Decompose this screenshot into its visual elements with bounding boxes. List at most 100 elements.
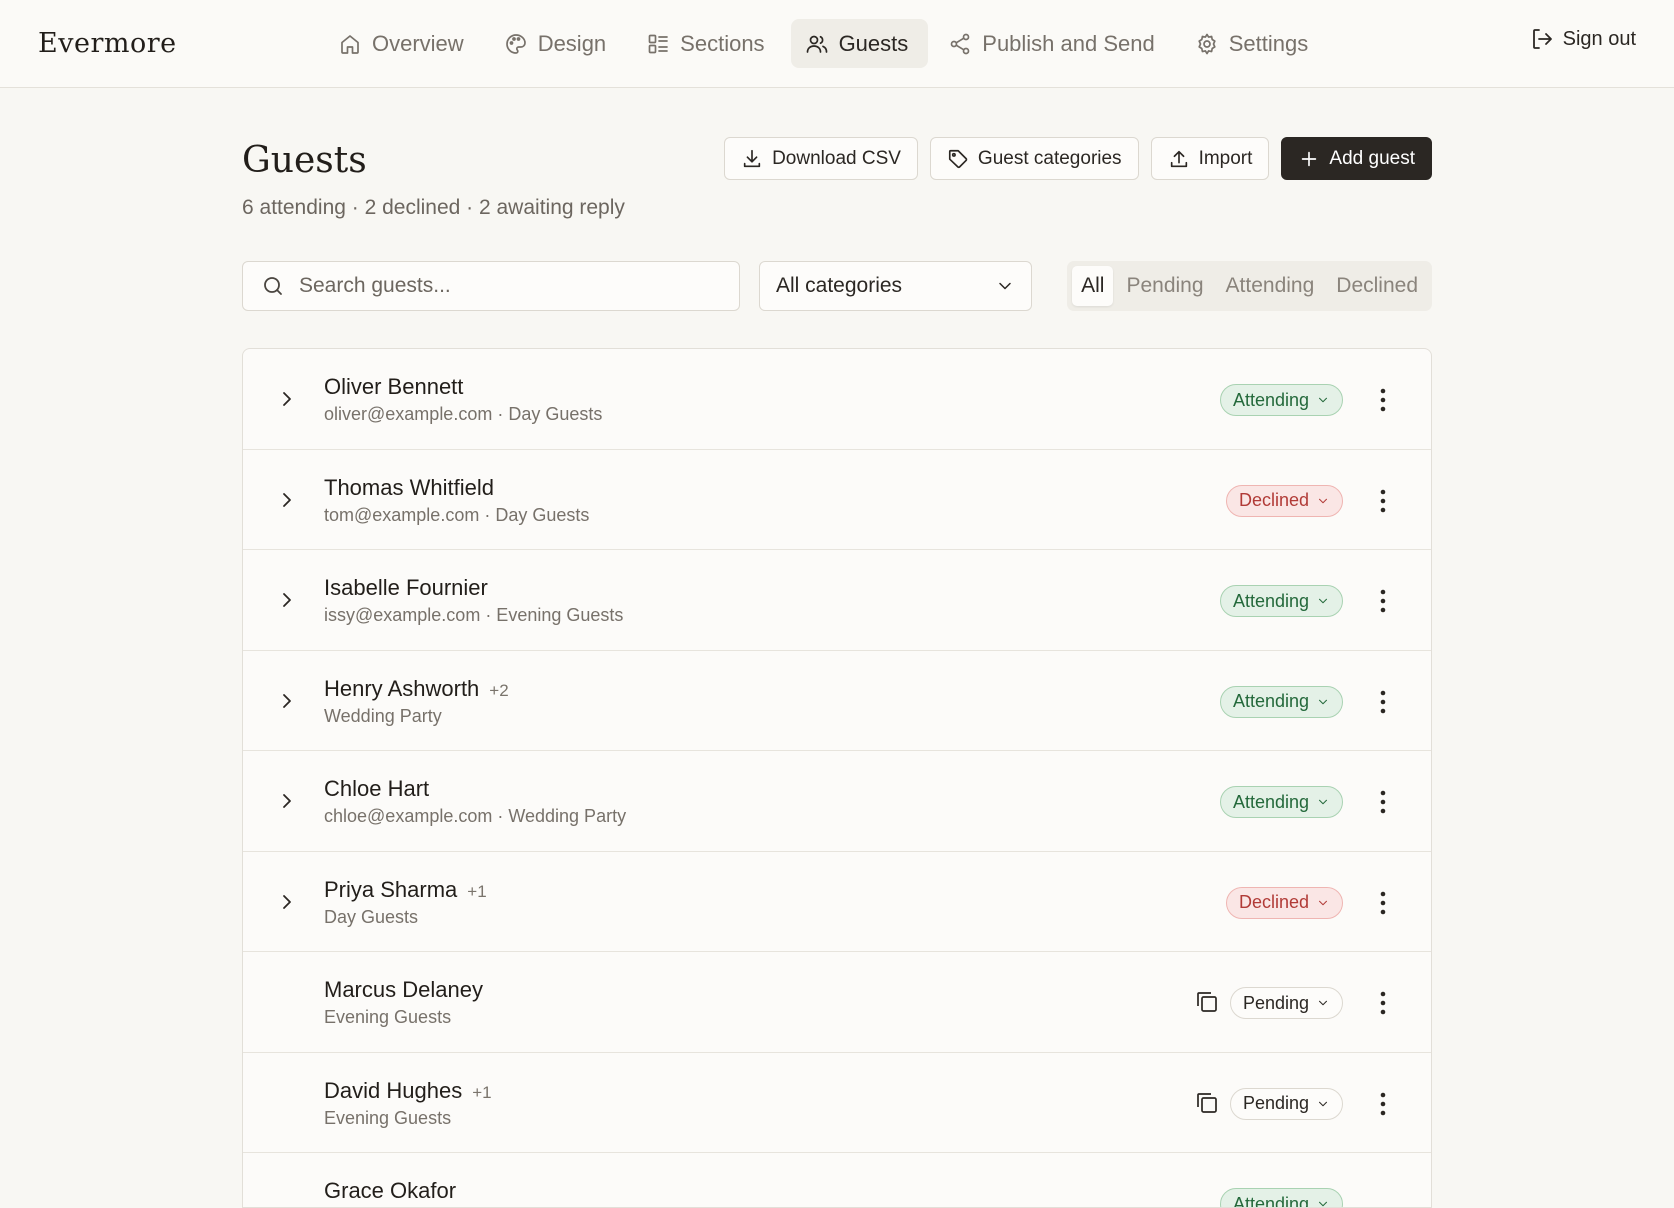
nav-item-label: Overview xyxy=(372,31,464,57)
guest-list: Oliver Bennett oliver@example.com · Day … xyxy=(242,348,1432,1208)
guest-row[interactable]: Oliver Bennett oliver@example.com · Day … xyxy=(243,349,1431,450)
copy-link-icon[interactable] xyxy=(1194,1090,1220,1116)
top-navigation-bar: Evermore Overview Design Sections Guests… xyxy=(0,0,1674,88)
guest-row[interactable]: Thomas Whitfield tom@example.com · Day G… xyxy=(243,450,1431,551)
home-icon xyxy=(338,32,362,56)
guest-details: oliver@example.com · Day Guests xyxy=(324,404,602,425)
main-content: Guests 6 attending · 2 declined · 2 awai… xyxy=(242,88,1432,258)
tab-all[interactable]: All xyxy=(1072,266,1113,306)
chevron-down-icon xyxy=(1316,1097,1330,1111)
expand-chevron-icon[interactable] xyxy=(275,387,299,411)
guest-row[interactable]: David Hughes +1 Evening Guests Pending xyxy=(243,1053,1431,1154)
search-input[interactable] xyxy=(299,274,719,298)
more-options-icon[interactable] xyxy=(1371,385,1395,415)
palette-icon xyxy=(504,32,528,56)
more-options-icon[interactable] xyxy=(1371,486,1395,516)
guest-name-line: Isabelle Fournier xyxy=(324,575,488,601)
nav-item-overview[interactable]: Overview xyxy=(324,19,484,68)
guest-row[interactable]: Grace Okafor Attending xyxy=(243,1153,1431,1208)
guest-name: Priya Sharma xyxy=(324,877,457,903)
more-options-icon[interactable] xyxy=(1371,988,1395,1018)
add-guest-label: Add guest xyxy=(1329,148,1415,170)
guest-row[interactable]: Henry Ashworth +2 Wedding Party Attendin… xyxy=(243,651,1431,752)
status-badge[interactable]: Declined xyxy=(1226,485,1343,517)
nav-item-label: Guests xyxy=(839,31,909,57)
plus-ones-count: +2 xyxy=(489,681,508,701)
import-label: Import xyxy=(1199,148,1253,170)
more-options-icon[interactable] xyxy=(1371,787,1395,817)
expand-chevron-icon[interactable] xyxy=(275,488,299,512)
more-options-icon[interactable] xyxy=(1371,888,1395,918)
guest-row[interactable]: Marcus Delaney Evening Guests Pending xyxy=(243,952,1431,1053)
guest-categories-button[interactable]: Guest categories xyxy=(930,137,1139,180)
status-filter-tabs: All Pending Attending Declined xyxy=(1067,261,1432,311)
nav-item-settings[interactable]: Settings xyxy=(1181,19,1329,68)
guest-details: tom@example.com · Day Guests xyxy=(324,505,589,526)
nav-item-guests[interactable]: Guests xyxy=(791,19,929,68)
plus-ones-count: +1 xyxy=(472,1083,491,1103)
tab-attending[interactable]: Attending xyxy=(1217,266,1324,306)
page-header: Guests 6 attending · 2 declined · 2 awai… xyxy=(242,88,1432,258)
more-options-icon[interactable] xyxy=(1371,586,1395,616)
chevron-down-icon xyxy=(1316,1197,1330,1208)
expand-chevron-icon[interactable] xyxy=(275,789,299,813)
chevron-down-icon xyxy=(1316,795,1330,809)
status-badge[interactable]: Attending xyxy=(1220,686,1343,718)
expand-chevron-icon[interactable] xyxy=(275,588,299,612)
nav-item-label: Publish and Send xyxy=(982,31,1154,57)
guest-details: Day Guests xyxy=(324,907,418,928)
status-badge[interactable]: Attending xyxy=(1220,585,1343,617)
guest-name: Isabelle Fournier xyxy=(324,575,488,601)
status-label: Pending xyxy=(1243,1093,1309,1114)
download-icon xyxy=(741,148,763,170)
tab-declined[interactable]: Declined xyxy=(1327,266,1427,306)
expand-chevron-icon[interactable] xyxy=(275,890,299,914)
rsvp-summary: 6 attending · 2 declined · 2 awaiting re… xyxy=(242,196,625,220)
gear-icon xyxy=(1195,32,1219,56)
status-badge[interactable]: Declined xyxy=(1226,887,1343,919)
download-csv-label: Download CSV xyxy=(772,148,901,170)
guest-name-line: Grace Okafor xyxy=(324,1178,456,1204)
more-options-icon[interactable] xyxy=(1371,1089,1395,1119)
download-csv-button[interactable]: Download CSV xyxy=(724,137,918,180)
guest-name: Marcus Delaney xyxy=(324,977,483,1003)
status-label: Pending xyxy=(1243,993,1309,1014)
sections-icon xyxy=(646,32,670,56)
add-guest-button[interactable]: Add guest xyxy=(1281,137,1432,180)
nav-item-label: Design xyxy=(538,31,606,57)
guest-categories-label: Guest categories xyxy=(978,148,1122,170)
status-label: Attending xyxy=(1233,390,1309,411)
import-button[interactable]: Import xyxy=(1151,137,1270,180)
guest-name: Thomas Whitfield xyxy=(324,475,494,501)
nav-item-sections[interactable]: Sections xyxy=(632,19,784,68)
guest-name: Chloe Hart xyxy=(324,776,429,802)
plus-ones-count: +1 xyxy=(467,882,486,902)
guest-row[interactable]: Chloe Hart chloe@example.com · Wedding P… xyxy=(243,751,1431,852)
copy-link-icon[interactable] xyxy=(1194,989,1220,1015)
nav-item-design[interactable]: Design xyxy=(490,19,626,68)
tab-pending[interactable]: Pending xyxy=(1117,266,1212,306)
main-nav: Overview Design Sections Guests Publish … xyxy=(324,19,1328,68)
guest-name: David Hughes xyxy=(324,1078,462,1104)
chevron-down-icon xyxy=(1316,695,1330,709)
nav-item-publish-and-send[interactable]: Publish and Send xyxy=(934,19,1174,68)
sign-out-button[interactable]: Sign out xyxy=(1530,27,1636,51)
search-field[interactable] xyxy=(242,261,740,311)
chevron-down-icon xyxy=(1316,393,1330,407)
guest-name-line: Chloe Hart xyxy=(324,776,429,802)
category-select[interactable]: All categories xyxy=(759,261,1032,311)
more-options-icon[interactable] xyxy=(1371,687,1395,717)
status-badge[interactable]: Pending xyxy=(1230,987,1343,1019)
guest-row[interactable]: Isabelle Fournier issy@example.com · Eve… xyxy=(243,550,1431,651)
guest-row[interactable]: Priya Sharma +1 Day Guests Declined xyxy=(243,852,1431,953)
expand-chevron-icon[interactable] xyxy=(275,689,299,713)
status-badge[interactable]: Pending xyxy=(1230,1088,1343,1120)
plus-icon xyxy=(1298,148,1320,170)
sign-out-icon xyxy=(1530,27,1554,51)
status-badge[interactable]: Attending xyxy=(1220,384,1343,416)
status-label: Attending xyxy=(1233,691,1309,712)
guest-name-line: Oliver Bennett xyxy=(324,374,463,400)
status-badge[interactable]: Attending xyxy=(1220,1188,1343,1208)
status-badge[interactable]: Attending xyxy=(1220,786,1343,818)
app-logo[interactable]: Evermore xyxy=(38,28,177,59)
